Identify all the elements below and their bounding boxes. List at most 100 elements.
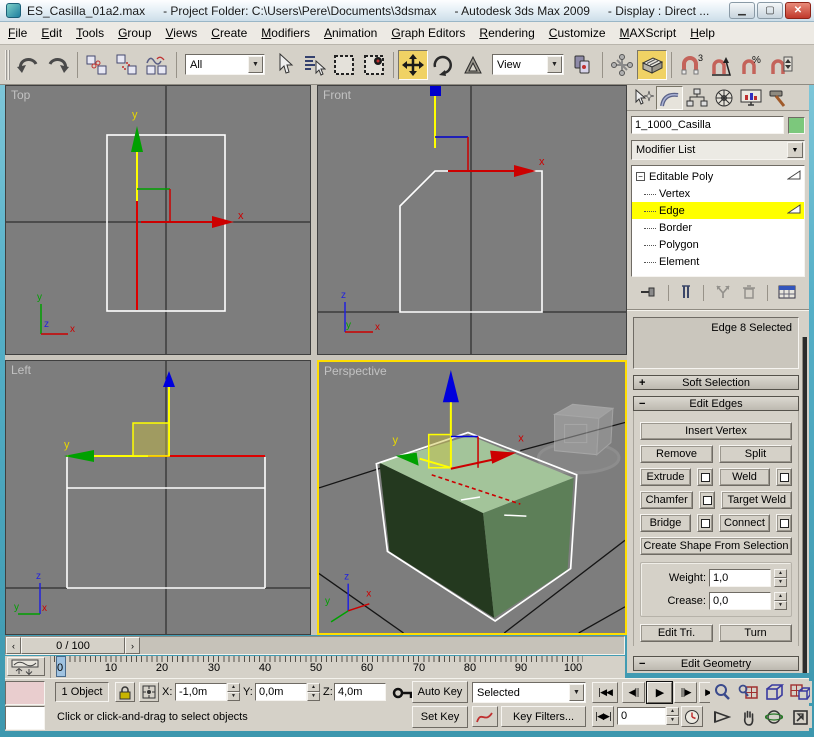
- remove-button[interactable]: Remove: [640, 445, 713, 463]
- auto-key-button[interactable]: Auto Key: [412, 681, 468, 703]
- target-weld-button[interactable]: Target Weld: [721, 491, 792, 509]
- stack-item-element[interactable]: Element: [632, 253, 804, 270]
- crease-field[interactable]: 0,0: [709, 592, 771, 610]
- menu-rendering[interactable]: Rendering: [479, 26, 534, 40]
- z-coordinate-field[interactable]: 4,0m: [334, 683, 386, 701]
- stack-item-border[interactable]: Border: [632, 219, 804, 236]
- use-pivot-point-center-button[interactable]: [568, 50, 598, 80]
- snaps-toggle-3d[interactable]: 3: [676, 50, 706, 80]
- bridge-settings-button[interactable]: [697, 514, 713, 532]
- maxscript-listener-field[interactable]: [5, 706, 45, 730]
- window-crossing-toggle[interactable]: [359, 50, 389, 80]
- chevron-down-icon[interactable]: ▼: [248, 56, 263, 73]
- previous-frame-arrow[interactable]: ‹: [6, 637, 21, 654]
- field-of-view-button[interactable]: [710, 706, 734, 728]
- previous-frame-button[interactable]: ◀||: [622, 682, 645, 703]
- select-and-link-button[interactable]: [82, 50, 112, 80]
- arc-rotate-button[interactable]: [762, 706, 786, 728]
- tab-motion[interactable]: [710, 86, 737, 110]
- x-spinner[interactable]: ▲▼: [227, 683, 240, 701]
- redo-button[interactable]: [43, 50, 73, 80]
- play-button[interactable]: ▶: [647, 682, 672, 703]
- bind-to-space-warp-button[interactable]: [142, 50, 172, 80]
- stack-item-edge[interactable]: Edge: [632, 202, 804, 219]
- macro-recorder-field[interactable]: [5, 681, 45, 705]
- weld-settings-button[interactable]: [776, 468, 792, 486]
- y-spinner[interactable]: ▲▼: [307, 683, 320, 701]
- connect-settings-button[interactable]: [776, 514, 792, 532]
- connect-button[interactable]: Connect: [719, 514, 770, 532]
- selection-lock-toggle[interactable]: [115, 682, 135, 702]
- zoom-extents-button[interactable]: [762, 681, 786, 703]
- menu-edit[interactable]: Edit: [41, 26, 62, 40]
- x-coordinate-field[interactable]: -1,0m: [175, 683, 227, 701]
- undo-button[interactable]: [13, 50, 43, 80]
- edit-geometry-rollout-header[interactable]: − Edit Geometry: [633, 656, 799, 671]
- bridge-button[interactable]: Bridge: [640, 514, 691, 532]
- viewport-front[interactable]: x z y x Front: [317, 85, 627, 355]
- zoom-extents-all-button[interactable]: [788, 681, 812, 703]
- viewport-perspective[interactable]: y x z y x Perspective: [317, 360, 627, 635]
- reference-coordinate-system-combo[interactable]: View▼: [492, 54, 564, 75]
- create-shape-from-selection-button[interactable]: Create Shape From Selection: [640, 537, 792, 555]
- collapse-icon[interactable]: −: [636, 172, 645, 181]
- menu-help[interactable]: Help: [690, 26, 715, 40]
- selection-set-combo[interactable]: Selected ▼: [472, 682, 586, 703]
- select-by-name-button[interactable]: [299, 50, 329, 80]
- split-button[interactable]: Split: [719, 445, 792, 463]
- rectangular-selection-region-button[interactable]: [329, 50, 359, 80]
- menu-graph-editors[interactable]: Graph Editors: [391, 26, 465, 40]
- pin-stack-button[interactable]: [640, 284, 658, 303]
- key-mode-toggle[interactable]: |◀▶|: [592, 706, 614, 727]
- time-configuration-button[interactable]: [681, 706, 703, 727]
- absolute-mode-toggle[interactable]: [139, 682, 159, 702]
- zoom-button[interactable]: [710, 681, 734, 703]
- zoom-all-button[interactable]: [736, 681, 760, 703]
- stack-item-editable-poly[interactable]: − Editable Poly: [632, 168, 804, 185]
- chevron-down-icon[interactable]: ▼: [569, 684, 584, 701]
- next-frame-arrow[interactable]: ›: [125, 637, 140, 654]
- toolbar-grip[interactable]: [5, 50, 10, 80]
- viewport-top[interactable]: y x y z x Top: [5, 85, 311, 355]
- set-key-button[interactable]: Set Key: [412, 706, 468, 728]
- chevron-down-icon[interactable]: ▼: [547, 56, 562, 73]
- pan-button[interactable]: [736, 706, 760, 728]
- edit-edges-rollout-header[interactable]: − Edit Edges: [633, 396, 799, 411]
- chamfer-button[interactable]: Chamfer: [640, 491, 693, 509]
- weight-spinner[interactable]: ▲▼: [774, 569, 787, 587]
- remove-modifier-button[interactable]: [741, 284, 757, 303]
- configure-modifier-sets-button[interactable]: [778, 284, 796, 303]
- menu-tools[interactable]: Tools: [76, 26, 104, 40]
- select-object-button[interactable]: [269, 50, 299, 80]
- time-slider-thumb[interactable]: 0 / 100: [21, 637, 125, 654]
- maximize-viewport-toggle[interactable]: [788, 706, 812, 728]
- select-and-manipulate-button[interactable]: [607, 50, 637, 80]
- menu-animation[interactable]: Animation: [324, 26, 377, 40]
- menu-views[interactable]: Views: [165, 26, 197, 40]
- make-unique-button[interactable]: [715, 284, 731, 303]
- viewport-left[interactable]: y z y x Left: [5, 360, 311, 635]
- soft-selection-rollout-header[interactable]: + Soft Selection: [633, 375, 799, 390]
- turn-button[interactable]: Turn: [719, 624, 792, 642]
- extrude-button[interactable]: Extrude: [640, 468, 691, 486]
- mini-curve-editor-button[interactable]: [7, 657, 45, 676]
- key-filters-button[interactable]: Key Filters...: [501, 706, 586, 727]
- tab-hierarchy[interactable]: [683, 86, 710, 110]
- command-panel-scrollbar[interactable]: [802, 337, 807, 673]
- show-end-result-button[interactable]: [679, 284, 693, 303]
- weld-button[interactable]: Weld: [719, 468, 770, 486]
- stack-item-polygon[interactable]: Polygon: [632, 236, 804, 253]
- select-and-move-button[interactable]: [398, 50, 428, 80]
- tab-modify[interactable]: [656, 86, 683, 110]
- minimize-button[interactable]: ▁: [729, 2, 755, 19]
- tab-utilities[interactable]: [764, 86, 791, 110]
- percent-snap-toggle[interactable]: %: [736, 50, 766, 80]
- select-and-scale-button[interactable]: [458, 50, 488, 80]
- weight-field[interactable]: 1,0: [709, 569, 771, 587]
- chevron-down-icon[interactable]: ▼: [787, 142, 803, 158]
- crease-spinner[interactable]: ▲▼: [774, 592, 787, 610]
- insert-vertex-button[interactable]: Insert Vertex: [640, 422, 792, 440]
- menu-customize[interactable]: Customize: [549, 26, 606, 40]
- close-button[interactable]: ✕: [785, 2, 811, 19]
- go-to-start-button[interactable]: |◀◀: [592, 682, 618, 703]
